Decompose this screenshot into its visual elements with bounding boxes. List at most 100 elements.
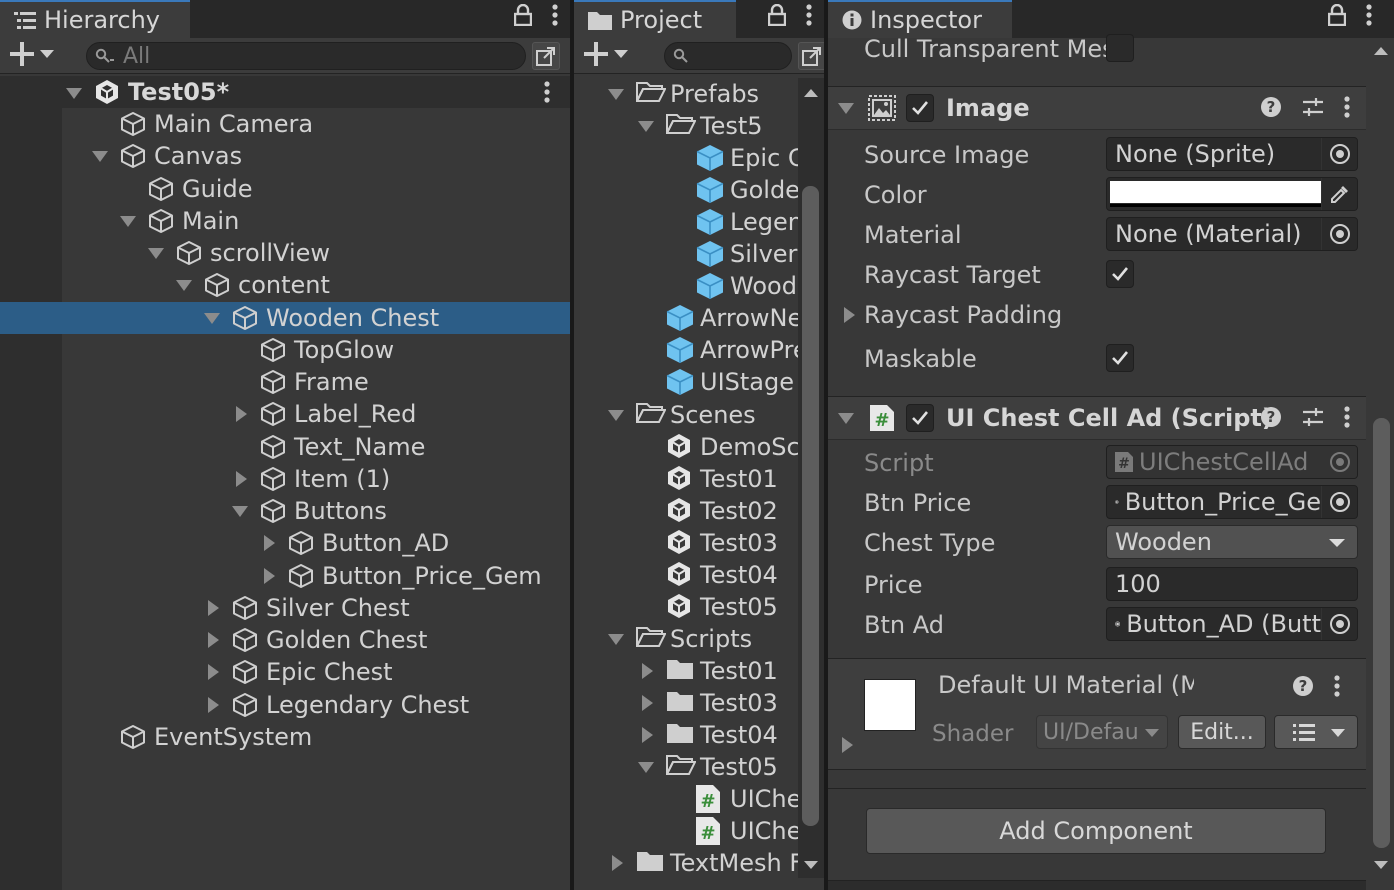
shader-dropdown[interactable]: UI/Defau	[1036, 715, 1168, 749]
project-expand-button[interactable]	[798, 42, 824, 70]
project-row[interactable]: Test03	[574, 527, 796, 559]
hierarchy-row[interactable]: Epic Chest	[0, 656, 570, 688]
script-component-header[interactable]: # UI Chest Cell Ad (Script) ?	[828, 396, 1366, 440]
preset-sliders-icon[interactable]	[1302, 96, 1324, 118]
hierarchy-row[interactable]: Buttons	[0, 495, 570, 527]
project-row[interactable]: Test05	[574, 751, 796, 783]
scene-row[interactable]: Test05*	[0, 76, 570, 108]
expand-arrow-icon[interactable]	[236, 406, 247, 423]
hierarchy-row[interactable]: Guide	[0, 173, 570, 205]
hierarchy-row[interactable]: Main	[0, 205, 570, 237]
help-icon[interactable]: ?	[1260, 406, 1282, 428]
image-enabled-checkbox[interactable]	[906, 94, 934, 122]
hierarchy-row[interactable]: content	[0, 269, 570, 301]
material-kebab-icon[interactable]	[1334, 675, 1340, 697]
raycast-padding-expand-icon[interactable]	[844, 307, 855, 323]
hierarchy-row[interactable]: Golden Chest	[0, 624, 570, 656]
add-component-button[interactable]: Add Component	[866, 808, 1326, 854]
expand-arrow-icon[interactable]	[264, 567, 275, 584]
hierarchy-row[interactable]: Button_Price_Gem	[0, 560, 570, 592]
collapse-arrow-icon[interactable]	[148, 248, 164, 259]
project-scroll-thumb[interactable]	[802, 186, 819, 826]
expand-arrow-icon[interactable]	[236, 470, 247, 487]
project-row[interactable]: Epic C	[574, 142, 805, 174]
object-picker-icon[interactable]	[1321, 218, 1357, 250]
help-icon[interactable]: ?	[1260, 96, 1282, 118]
project-scrollbar[interactable]	[798, 78, 824, 878]
preset-sliders-icon[interactable]	[1302, 406, 1324, 428]
project-row[interactable]: Test04	[574, 559, 796, 591]
price-input[interactable]: 100	[1106, 567, 1358, 601]
expand-arrow-icon[interactable]	[208, 664, 219, 681]
hierarchy-tab[interactable]: Hierarchy	[0, 0, 190, 38]
color-field[interactable]	[1106, 177, 1358, 211]
expand-window-button[interactable]	[532, 42, 560, 70]
cull-transparent-checkbox[interactable]	[1106, 34, 1134, 62]
project-row[interactable]: Test03	[574, 687, 796, 719]
project-row[interactable]: UIStage	[574, 366, 796, 398]
scene-kebab-icon[interactable]	[544, 81, 550, 109]
material-field[interactable]: None (Material)	[1106, 217, 1358, 251]
collapse-arrow-icon[interactable]	[608, 89, 624, 100]
project-row[interactable]: # UIChe	[574, 783, 801, 815]
image-collapse-arrow-icon[interactable]	[838, 103, 854, 114]
object-picker-icon[interactable]	[1321, 138, 1357, 170]
project-row[interactable]: Test02	[574, 495, 796, 527]
hierarchy-row[interactable]: Canvas	[0, 140, 570, 172]
hierarchy-row[interactable]: Main Camera	[0, 108, 570, 140]
btn-ad-field[interactable]: Button_AD (Butt	[1106, 607, 1358, 641]
btn-price-field[interactable]: Button_Price_Ge	[1106, 485, 1358, 519]
object-picker-icon[interactable]	[1321, 486, 1357, 518]
hierarchy-row[interactable]: Frame	[0, 366, 570, 398]
hierarchy-row[interactable]: Legendary Chest	[0, 689, 570, 721]
collapse-arrow-icon[interactable]	[120, 215, 136, 227]
project-row[interactable]: Woode	[574, 270, 812, 302]
raycast-padding-row[interactable]: Raycast Padding	[828, 296, 1366, 334]
hierarchy-search-input[interactable]: All	[86, 42, 526, 70]
project-row[interactable]: Scripts	[574, 623, 796, 655]
hierarchy-row[interactable]: TopGlow	[0, 334, 570, 366]
script-collapse-arrow-icon[interactable]	[838, 413, 854, 424]
project-row[interactable]: Scenes	[574, 399, 796, 431]
material-expand-arrow-icon[interactable]	[842, 737, 853, 753]
hierarchy-row[interactable]: EventSystem	[0, 721, 570, 753]
project-row[interactable]: Test01	[574, 655, 796, 687]
expand-arrow-icon[interactable]	[642, 694, 653, 711]
project-search-input[interactable]	[664, 42, 792, 70]
lock-icon[interactable]	[767, 3, 787, 32]
project-row[interactable]: ArrowPre	[574, 334, 808, 366]
expand-arrow-icon[interactable]	[642, 727, 653, 743]
project-row[interactable]: Prefabs	[574, 78, 796, 110]
create-button[interactable]	[10, 42, 54, 66]
lock-icon[interactable]	[513, 3, 533, 32]
kebab-menu-icon[interactable]	[552, 4, 558, 32]
expand-arrow-icon[interactable]	[642, 662, 653, 679]
collapse-arrow-icon[interactable]	[176, 280, 192, 292]
inspector-scrollbar[interactable]	[1368, 38, 1394, 890]
raycast-target-checkbox[interactable]	[1106, 260, 1134, 288]
collapse-arrow-icon[interactable]	[92, 151, 108, 163]
hierarchy-row[interactable]: Item (1)	[0, 463, 570, 495]
project-tab[interactable]: Project	[574, 0, 736, 38]
expand-arrow-icon[interactable]	[208, 599, 219, 616]
project-row[interactable]: Test05	[574, 591, 796, 623]
collapse-arrow-icon[interactable]	[638, 762, 654, 774]
eyedropper-icon[interactable]	[1321, 178, 1357, 210]
help-icon[interactable]: ?	[1292, 675, 1314, 697]
hierarchy-row[interactable]: Label_Red	[0, 398, 570, 430]
scene-expand-arrow-icon[interactable]	[66, 88, 82, 99]
source-image-field[interactable]: None (Sprite)	[1106, 137, 1358, 171]
component-kebab-icon[interactable]	[1344, 406, 1350, 428]
maskable-checkbox[interactable]	[1106, 344, 1134, 372]
collapse-arrow-icon[interactable]	[204, 312, 220, 324]
collapse-arrow-icon[interactable]	[608, 633, 624, 645]
hierarchy-row[interactable]: Text_Name	[0, 431, 570, 463]
color-swatch[interactable]	[1110, 181, 1322, 203]
project-row[interactable]: ArrowNe	[574, 302, 802, 334]
collapse-arrow-icon[interactable]	[608, 409, 624, 421]
shader-options-button[interactable]	[1274, 715, 1358, 749]
project-row[interactable]: # UIChe	[574, 815, 801, 847]
inspector-scroll-thumb[interactable]	[1373, 418, 1390, 848]
kebab-menu-icon[interactable]	[806, 4, 812, 32]
project-row[interactable]: Golde	[574, 174, 800, 206]
